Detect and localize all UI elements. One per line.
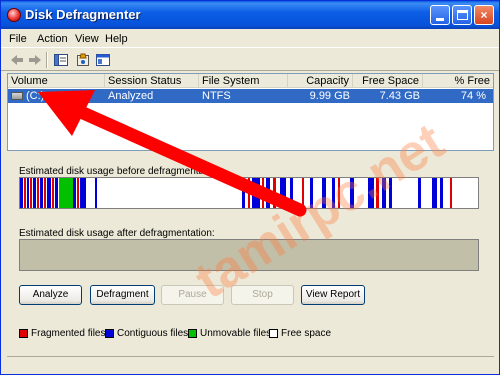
- session-status-value: Analyzed: [108, 90, 154, 102]
- usage-segment-contiguous: [290, 178, 293, 208]
- console-icon[interactable]: [95, 52, 111, 68]
- before-defrag-label: Estimated disk usage before defragmentat…: [19, 166, 224, 177]
- hard-drive-icon: [11, 92, 23, 100]
- file-system-value: NTFS: [202, 90, 231, 102]
- usage-segment-contiguous: [80, 178, 86, 208]
- usage-segment-fragmented: [52, 178, 54, 208]
- analyze-button[interactable]: Analyze: [19, 285, 82, 305]
- toolbar-separator: [46, 52, 48, 68]
- usage-segment-contiguous: [418, 178, 421, 208]
- after-defrag-label: Estimated disk usage after defragmentati…: [19, 228, 215, 239]
- usage-segment-contiguous: [40, 178, 43, 208]
- usage-segment-contiguous: [368, 178, 374, 208]
- menu-file[interactable]: File: [9, 33, 27, 45]
- usage-segment-fragmented: [77, 178, 79, 208]
- usage-segment-contiguous: [332, 178, 335, 208]
- usage-segment-contiguous: [389, 178, 392, 208]
- fragmented-swatch: [19, 329, 28, 338]
- usage-segment-contiguous: [20, 178, 23, 208]
- toolbar: [1, 49, 499, 71]
- menu-bar: File Action View Help: [1, 30, 499, 48]
- col-file-system[interactable]: File System: [199, 74, 288, 88]
- usage-segment-contiguous: [47, 178, 51, 208]
- usage-segment-unmovable: [59, 178, 73, 208]
- usage-segment-fragmented: [24, 178, 26, 208]
- disk-defragmenter-window: Disk Defragmenter × File Action View Hel…: [0, 0, 500, 375]
- usage-segment-contiguous: [33, 178, 36, 208]
- usage-segment-fragmented: [273, 178, 276, 208]
- col-pct-free-space[interactable]: % Free Space: [423, 74, 493, 101]
- free-space-value: 7.43 GB: [379, 90, 420, 102]
- usage-segment-contiguous: [95, 178, 97, 208]
- capacity-value: 9.99 GB: [309, 90, 350, 102]
- col-free-space[interactable]: Free Space: [353, 74, 423, 88]
- usage-segment-fragmented: [262, 178, 264, 208]
- usage-segment-contiguous: [440, 178, 443, 208]
- defrag-app-icon: [7, 8, 21, 22]
- volume-list[interactable]: Volume Session Status File System Capaci…: [7, 73, 494, 151]
- usage-segment-fragmented: [44, 178, 46, 208]
- title-bar[interactable]: Disk Defragmenter ×: [1, 1, 499, 29]
- menu-help[interactable]: Help: [105, 33, 128, 45]
- usage-segment-contiguous: [266, 178, 270, 208]
- usage-segment-fragmented: [450, 178, 452, 208]
- back-arrow-icon[interactable]: [9, 52, 25, 68]
- legend-contiguous-label: Contiguous files: [117, 328, 189, 339]
- usage-segment-contiguous: [55, 178, 58, 208]
- volume-list-header: Volume Session Status File System Capaci…: [8, 74, 493, 101]
- legend-unmovable-label: Unmovable files: [200, 328, 272, 339]
- unmovable-swatch: [188, 329, 197, 338]
- usage-segment-fragmented: [376, 178, 379, 208]
- usage-segment-contiguous: [27, 178, 29, 208]
- free-swatch: [269, 329, 278, 338]
- forward-arrow-icon[interactable]: [27, 52, 43, 68]
- pct-free-space-value: 74 %: [460, 90, 486, 102]
- col-volume[interactable]: Volume: [8, 74, 105, 88]
- col-capacity[interactable]: Capacity: [288, 74, 353, 88]
- usage-segment-contiguous: [252, 178, 260, 208]
- maximize-icon: [457, 10, 468, 20]
- volume-name: (C:): [26, 90, 45, 102]
- disk-usage-after-map: [19, 239, 479, 271]
- help-icon[interactable]: [75, 52, 91, 68]
- usage-segment-fragmented: [30, 178, 32, 208]
- usage-segment-contiguous: [350, 178, 354, 208]
- legend-free-label: Free space: [281, 328, 332, 339]
- usage-segment-contiguous: [73, 178, 76, 208]
- status-divider: [7, 356, 494, 357]
- view-report-button[interactable]: View Report: [301, 285, 365, 305]
- window-title: Disk Defragmenter: [25, 7, 141, 22]
- legend-fragmented-label: Fragmented files: [31, 328, 106, 339]
- volume-row[interactable]: (C:) Analyzed NTFS 9.99 GB 7.43 GB 74 %: [8, 89, 493, 103]
- contiguous-swatch: [105, 329, 114, 338]
- close-button[interactable]: ×: [474, 5, 494, 25]
- defragment-button[interactable]: Defragment: [90, 285, 155, 305]
- col-session-status[interactable]: Session Status: [105, 74, 199, 88]
- properties-icon[interactable]: [53, 52, 69, 68]
- menu-view[interactable]: View: [75, 33, 99, 45]
- usage-segment-fragmented: [338, 178, 340, 208]
- usage-segment-fragmented: [302, 178, 304, 208]
- usage-segment-contiguous: [382, 178, 386, 208]
- usage-segment-fragmented: [248, 178, 250, 208]
- menu-action[interactable]: Action: [37, 33, 68, 45]
- usage-segment-fragmented: [37, 178, 39, 208]
- usage-segment-contiguous: [310, 178, 313, 208]
- pause-button[interactable]: Pause: [161, 285, 224, 305]
- usage-segment-contiguous: [242, 178, 245, 208]
- minimize-icon: [436, 18, 444, 21]
- usage-segment-contiguous: [322, 178, 326, 208]
- usage-segment-contiguous: [432, 178, 437, 208]
- usage-segment-contiguous: [280, 178, 286, 208]
- maximize-button[interactable]: [452, 5, 472, 25]
- disk-usage-before-map: [19, 177, 479, 209]
- minimize-button[interactable]: [430, 5, 450, 25]
- stop-button[interactable]: Stop: [231, 285, 294, 305]
